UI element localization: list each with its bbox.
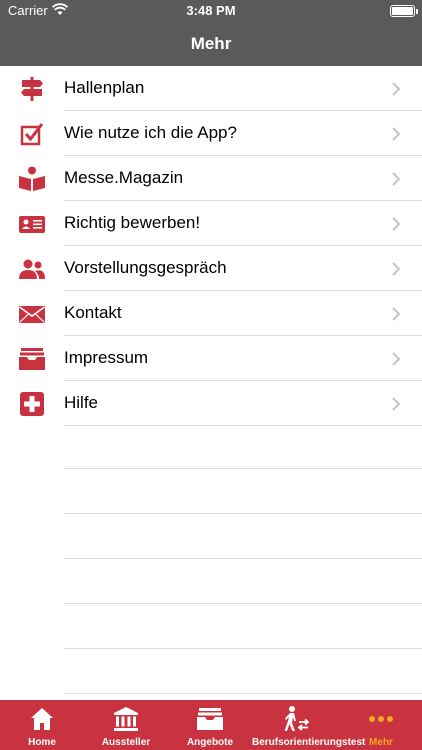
chevron-right-icon <box>391 351 401 367</box>
checkbox-icon <box>18 120 46 148</box>
status-time: 3:48 PM <box>186 3 236 18</box>
envelope-icon <box>18 300 46 328</box>
tab-label: Aussteller <box>101 737 151 748</box>
empty-row <box>64 424 422 469</box>
menu-item-hilfe[interactable]: Hilfe <box>0 381 422 426</box>
menu-list: Hallenplan Wie nutze ich die App? Messe.… <box>0 66 422 426</box>
tab-label: Angebote <box>186 737 234 748</box>
empty-row <box>64 514 422 559</box>
tab-label: Berufsorientierungstest <box>252 737 366 748</box>
menu-item-label: Richtig bewerben! <box>64 213 201 232</box>
reader-book-icon <box>18 165 46 193</box>
tab-label: Home <box>28 737 56 748</box>
menu-item-label: Impressum <box>64 348 149 367</box>
menu-item-label: Wie nutze ich die App? <box>64 123 237 142</box>
chevron-right-icon <box>391 306 401 322</box>
house-icon <box>28 705 56 733</box>
more-dots-icon <box>367 705 395 733</box>
tab-home[interactable]: Home <box>0 700 84 750</box>
chevron-right-icon <box>391 216 401 232</box>
menu-item-vorstellungsgespraech[interactable]: Vorstellungsgespräch <box>0 246 422 291</box>
menu-item-hallenplan[interactable]: Hallenplan <box>0 66 422 111</box>
tab-mehr[interactable]: Mehr <box>340 700 422 750</box>
menu-item-messe-magazin[interactable]: Messe.Magazin <box>0 156 422 201</box>
inbox-tray-icon <box>196 705 224 733</box>
empty-row <box>64 649 422 694</box>
person-arrows-icon <box>282 705 310 733</box>
tab-berufsorientierungstest[interactable]: Berufsorientierungstest <box>252 700 366 750</box>
tab-label: Mehr <box>369 737 393 748</box>
status-bar: Carrier 3:48 PM <box>0 0 422 22</box>
menu-item-label: Hallenplan <box>64 78 145 97</box>
chevron-right-icon <box>391 261 401 277</box>
menu-item-label: Hilfe <box>64 393 99 412</box>
signpost-icon <box>18 75 46 103</box>
menu-item-label: Vorstellungsgespräch <box>64 258 227 277</box>
empty-table-rows <box>0 424 422 694</box>
menu-item-wie-nutze-ich-die-app[interactable]: Wie nutze ich die App? <box>0 111 422 156</box>
menu-item-kontakt[interactable]: Kontakt <box>0 291 422 336</box>
menu-item-richtig-bewerben[interactable]: Richtig bewerben! <box>0 201 422 246</box>
empty-row <box>64 469 422 514</box>
chevron-right-icon <box>391 171 401 187</box>
chevron-right-icon <box>391 126 401 142</box>
archive-box-icon <box>18 345 46 373</box>
page-title: Mehr <box>190 34 232 53</box>
tab-aussteller[interactable]: Aussteller <box>84 700 168 750</box>
people-icon <box>18 255 46 283</box>
plus-cross-icon <box>18 390 46 418</box>
menu-item-label: Kontakt <box>64 303 122 322</box>
bank-building-icon <box>112 705 140 733</box>
tab-bar: Home Aussteller Angebote Berufsorientier… <box>0 700 422 750</box>
chevron-right-icon <box>391 81 401 97</box>
menu-item-label: Messe.Magazin <box>64 168 184 187</box>
menu-item-impressum[interactable]: Impressum <box>0 336 422 381</box>
battery-icon <box>390 5 418 17</box>
empty-row <box>64 604 422 649</box>
id-card-icon <box>18 210 46 238</box>
tab-angebote[interactable]: Angebote <box>168 700 252 750</box>
navigation-bar: Mehr <box>0 22 422 66</box>
empty-row <box>64 559 422 604</box>
chevron-right-icon <box>391 396 401 412</box>
